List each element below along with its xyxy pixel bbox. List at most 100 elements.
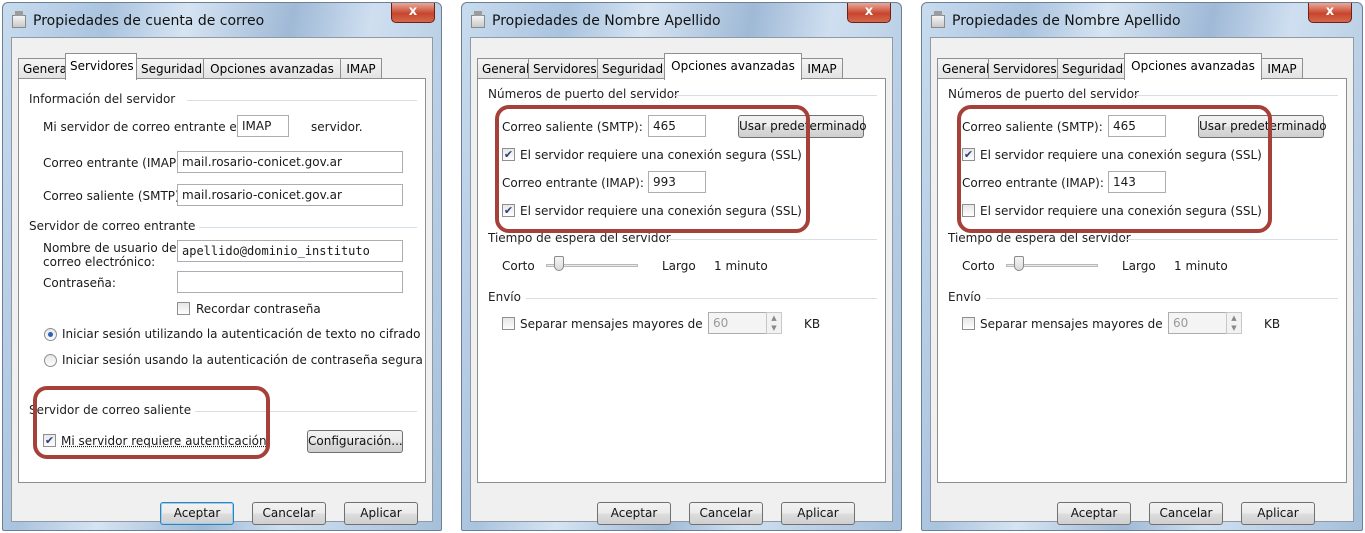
timeout-short-label: Corto bbox=[502, 259, 535, 273]
password-label: Contraseña: bbox=[43, 276, 116, 290]
tab-general[interactable]: General bbox=[477, 58, 529, 79]
imap-port-field[interactable]: 143 bbox=[1108, 171, 1166, 193]
smtp-port-field[interactable]: 465 bbox=[1108, 115, 1166, 137]
require-auth-label[interactable]: Mi servidor requiere autenticación bbox=[61, 434, 267, 448]
require-auth-checkbox[interactable]: ✔ bbox=[43, 434, 56, 447]
split-size-field[interactable]: 60 bbox=[708, 312, 774, 334]
smtp-port-field[interactable]: 465 bbox=[648, 115, 706, 137]
advanced-tab-page: Números de puerto del servidor Correo sa… bbox=[937, 78, 1347, 483]
timeout-slider-thumb[interactable] bbox=[1014, 256, 1025, 271]
timeout-long-label: Largo bbox=[662, 259, 696, 273]
imap-ssl-checkbox[interactable]: ✔ bbox=[502, 204, 515, 217]
group-divider bbox=[1122, 239, 1338, 240]
split-size-spinner[interactable]: ▲ ▼ bbox=[1226, 312, 1242, 334]
tab-seguridad[interactable]: Seguridad bbox=[1057, 58, 1125, 79]
timeout-header: Tiempo de espera del servidor bbox=[488, 231, 671, 245]
smtp-ssl-label[interactable]: El servidor requiere una conexión segura… bbox=[520, 148, 802, 162]
username-label: Nombre de usuario de correo electrónico: bbox=[43, 241, 177, 269]
tab-seguridad[interactable]: Seguridad bbox=[597, 58, 665, 79]
advanced-options-window-ssl: Propiedades de Nombre Apellido x General… bbox=[461, 2, 902, 531]
split-size-field[interactable]: 60 bbox=[1168, 312, 1234, 334]
timeout-slider-thumb[interactable] bbox=[554, 256, 565, 271]
smtp-ssl-label[interactable]: El servidor requiere una conexión segura… bbox=[980, 148, 1262, 162]
group-divider bbox=[1134, 95, 1338, 96]
incoming-type-suffix: servidor. bbox=[311, 120, 363, 134]
remember-password-checkbox[interactable] bbox=[177, 302, 190, 315]
tab-general[interactable]: General bbox=[937, 58, 989, 79]
imap-ssl-checkbox[interactable] bbox=[962, 204, 975, 217]
apply-button[interactable]: Aplicar bbox=[1241, 502, 1315, 525]
imap-port-label: Correo entrante (IMAP): bbox=[962, 176, 1104, 190]
outgoing-server-header: Servidor de correo saliente bbox=[29, 403, 192, 417]
split-messages-checkbox[interactable] bbox=[502, 317, 515, 330]
server-info-header: Información del servidor bbox=[29, 92, 176, 106]
close-icon[interactable]: x bbox=[391, 3, 435, 23]
remember-password-label[interactable]: Recordar contraseña bbox=[196, 302, 321, 316]
ok-button[interactable]: Aceptar bbox=[1057, 502, 1131, 525]
configuration-button[interactable]: Configuración... bbox=[307, 430, 403, 453]
incoming-server-field[interactable]: mail.rosario-conicet.gov.ar bbox=[177, 151, 403, 173]
cancel-button[interactable]: Cancelar bbox=[252, 502, 326, 525]
split-size-unit: KB bbox=[804, 317, 821, 331]
smtp-port-label: Correo saliente (SMTP): bbox=[502, 120, 643, 134]
window-app-icon bbox=[931, 11, 945, 28]
apply-button[interactable]: Aplicar bbox=[344, 502, 418, 525]
split-size-spinner[interactable]: ▲ ▼ bbox=[766, 312, 782, 334]
title-bar[interactable]: Propiedades de Nombre Apellido x bbox=[462, 3, 901, 37]
group-divider bbox=[986, 298, 1338, 299]
ok-button[interactable]: Aceptar bbox=[597, 502, 671, 525]
imap-ssl-label[interactable]: El servidor requiere una conexión segura… bbox=[520, 204, 802, 218]
username-field[interactable]: apellido@dominio_instituto bbox=[177, 240, 403, 262]
incoming-type-value: IMAP bbox=[237, 115, 289, 137]
tab-servidores[interactable]: Servidores bbox=[988, 58, 1058, 79]
outgoing-server-field[interactable]: mail.rosario-conicet.gov.ar bbox=[177, 184, 403, 206]
title-bar[interactable]: Propiedades de Nombre Apellido x bbox=[922, 3, 1362, 37]
group-divider bbox=[526, 298, 877, 299]
tab-servidores[interactable]: Servidores bbox=[528, 58, 598, 79]
title-bar[interactable]: Propiedades de cuenta de correo x bbox=[3, 3, 441, 37]
window-app-icon bbox=[12, 11, 26, 28]
tab-general[interactable]: General bbox=[18, 58, 70, 79]
tab-imap[interactable]: IMAP bbox=[801, 58, 843, 79]
cancel-button[interactable]: Cancelar bbox=[1149, 502, 1223, 525]
dialog-client-area: General Servidores Seguridad Opciones av… bbox=[470, 37, 893, 525]
use-default-button[interactable]: Usar predeterminado bbox=[738, 115, 867, 138]
tab-seguridad[interactable]: Seguridad bbox=[136, 58, 204, 79]
sending-header: Envío bbox=[948, 290, 981, 304]
close-icon[interactable]: x bbox=[847, 3, 891, 23]
smtp-ssl-checkbox[interactable]: ✔ bbox=[502, 148, 515, 161]
split-messages-label[interactable]: Separar mensajes mayores de bbox=[520, 317, 703, 331]
group-divider bbox=[674, 95, 877, 96]
group-divider bbox=[199, 227, 417, 228]
split-messages-checkbox[interactable] bbox=[962, 317, 975, 330]
tab-imap[interactable]: IMAP bbox=[1261, 58, 1303, 79]
cancel-button[interactable]: Cancelar bbox=[689, 502, 763, 525]
imap-ssl-label[interactable]: El servidor requiere una conexión segura… bbox=[980, 204, 1262, 218]
ok-button[interactable]: Aceptar bbox=[160, 502, 234, 525]
apply-button[interactable]: Aplicar bbox=[781, 502, 855, 525]
timeout-long-label: Largo bbox=[1122, 259, 1156, 273]
radio-plain-auth[interactable] bbox=[44, 328, 57, 341]
account-properties-window: Propiedades de cuenta de correo x Genera… bbox=[2, 2, 442, 531]
tab-opciones-avanzadas[interactable]: Opciones avanzadas bbox=[664, 53, 802, 80]
close-icon[interactable]: x bbox=[1308, 3, 1352, 23]
window-title: Propiedades de cuenta de correo bbox=[33, 13, 265, 29]
tab-servidores[interactable]: Servidores bbox=[65, 53, 137, 80]
use-default-button[interactable]: Usar predeterminado bbox=[1198, 115, 1327, 138]
incoming-server-header: Servidor de correo entrante bbox=[29, 219, 196, 233]
incoming-server-label: Correo entrante (IMAP): bbox=[43, 156, 185, 170]
smtp-port-label: Correo saliente (SMTP): bbox=[962, 120, 1103, 134]
tab-imap[interactable]: IMAP bbox=[340, 58, 382, 79]
group-divider bbox=[187, 100, 417, 101]
smtp-ssl-checkbox[interactable]: ✔ bbox=[962, 148, 975, 161]
radio-secure-auth-label[interactable]: Iniciar sesión usando la autenticación d… bbox=[62, 353, 423, 367]
radio-plain-auth-label[interactable]: Iniciar sesión utilizando la autenticaci… bbox=[62, 327, 421, 341]
ports-header: Números de puerto del servidor bbox=[948, 87, 1139, 101]
split-messages-label[interactable]: Separar mensajes mayores de bbox=[980, 317, 1163, 331]
tab-opciones-avanzadas[interactable]: Opciones avanzadas bbox=[1124, 53, 1262, 80]
dialog-client-area: General Servidores Seguridad Opciones av… bbox=[930, 37, 1354, 525]
tab-opciones-avanzadas[interactable]: Opciones avanzadas bbox=[203, 58, 341, 79]
imap-port-field[interactable]: 993 bbox=[648, 171, 706, 193]
password-field[interactable] bbox=[177, 271, 403, 293]
radio-secure-auth[interactable] bbox=[44, 354, 57, 367]
